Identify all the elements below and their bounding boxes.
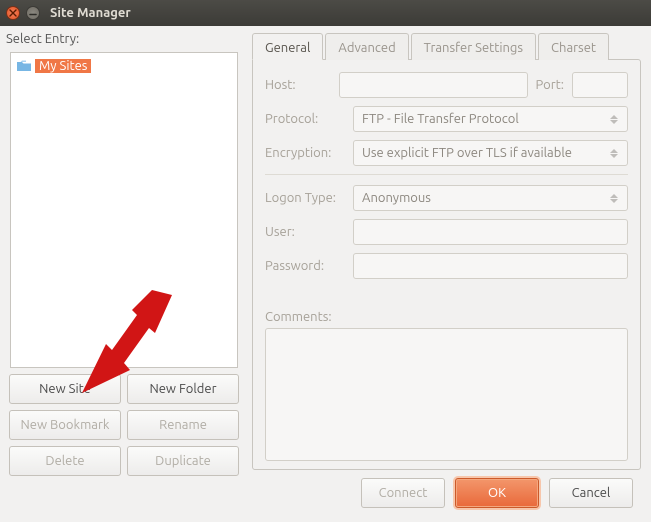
tab-general[interactable]: General [252,33,323,60]
new-folder-button[interactable]: New Folder [127,374,239,404]
tab-transfer-settings[interactable]: Transfer Settings [411,33,536,60]
logon-type-value: Anonymous [362,191,431,205]
encryption-value: Use explicit FTP over TLS if available [362,146,572,160]
tree-item-label: My Sites [35,59,91,73]
rename-button: Rename [127,410,239,440]
connect-button: Connect [361,478,445,508]
port-label: Port: [536,78,564,92]
tab-charset[interactable]: Charset [538,33,609,60]
user-input[interactable] [353,219,628,245]
comments-label: Comments: [265,310,345,324]
window-close-icon[interactable] [6,6,20,20]
encryption-label: Encryption: [265,146,345,160]
encryption-select[interactable]: Use explicit FTP over TLS if available [353,140,628,166]
protocol-value: FTP - File Transfer Protocol [362,112,519,126]
folder-icon [17,59,31,73]
tree-item-my-sites[interactable]: My Sites [17,57,91,75]
user-label: User: [265,225,345,239]
logon-type-label: Logon Type: [265,191,345,205]
host-input[interactable] [339,72,528,98]
comments-textarea[interactable] [265,328,628,461]
password-label: Password: [265,259,345,273]
select-entry-label: Select Entry: [6,32,79,46]
separator [265,174,628,175]
duplicate-button: Duplicate [127,446,239,476]
protocol-label: Protocol: [265,112,345,126]
tab-pane-general: Host: Port: Protocol: FTP - File Transfe… [252,59,641,470]
tab-advanced[interactable]: Advanced [325,33,408,60]
port-input[interactable] [572,72,628,98]
site-tree[interactable]: My Sites [10,52,238,368]
updown-icon [609,149,619,158]
updown-icon [609,194,619,203]
cancel-button[interactable]: Cancel [549,478,633,508]
password-input[interactable] [353,253,628,279]
protocol-select[interactable]: FTP - File Transfer Protocol [353,106,628,132]
window-title: Site Manager [50,6,131,20]
window-titlebar: Site Manager [0,0,651,26]
new-bookmark-button: New Bookmark [9,410,121,440]
tab-bar: General Advanced Transfer Settings Chars… [252,32,641,59]
window-minimize-icon[interactable] [26,6,40,20]
ok-button[interactable]: OK [455,478,539,508]
dialog-action-bar: Connect OK Cancel [361,478,633,508]
new-site-button[interactable]: New Site [9,374,121,404]
logon-type-select[interactable]: Anonymous [353,185,628,211]
delete-button: Delete [9,446,121,476]
host-label: Host: [265,78,331,92]
updown-icon [609,115,619,124]
settings-panel: General Advanced Transfer Settings Chars… [252,32,641,470]
